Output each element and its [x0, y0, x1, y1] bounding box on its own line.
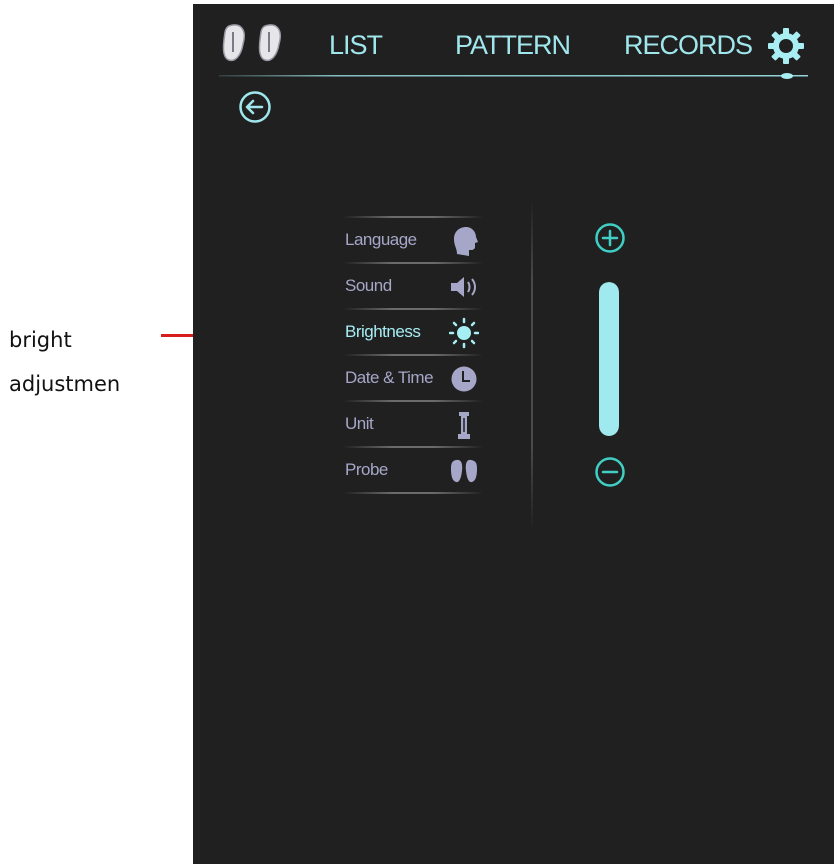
device-screen: LIST PATTERN RECORDS Language Sound Brig…: [193, 4, 834, 864]
menu-separator: [343, 492, 483, 494]
menu-item-label: Brightness: [345, 322, 421, 341]
annotation-callout: bright adjustmen: [9, 318, 159, 406]
settings-menu: Language Sound Brightness Date & Time Un…: [343, 216, 487, 494]
menu-item-sound[interactable]: Sound: [343, 264, 487, 308]
annotation-line-1: bright: [9, 328, 72, 352]
menu-item-label: Sound: [345, 276, 392, 295]
menu-item-unit[interactable]: Unit: [343, 402, 487, 446]
gear-icon[interactable]: [766, 26, 806, 66]
brightness-slider-fill: [599, 282, 619, 436]
probe-icon: [451, 459, 477, 483]
head-icon: [454, 227, 478, 256]
unit-icon: [458, 412, 470, 439]
vertical-divider: [531, 200, 533, 530]
tab-records[interactable]: RECORDS: [624, 30, 753, 61]
clock-icon: [451, 366, 477, 392]
brightness-slider[interactable]: [599, 282, 619, 436]
sun-icon: [449, 317, 479, 349]
tab-list[interactable]: LIST: [329, 30, 383, 61]
plus-circle-icon[interactable]: [594, 222, 626, 254]
annotation-line-2: adjustmen: [9, 372, 121, 396]
tab-pattern[interactable]: PATTERN: [455, 30, 571, 61]
minus-circle-icon[interactable]: [594, 456, 626, 488]
menu-item-label: Unit: [345, 414, 374, 433]
menu-item-label: Probe: [345, 460, 388, 479]
menu-item-brightness[interactable]: Brightness: [343, 310, 487, 354]
menu-item-probe[interactable]: Probe: [343, 448, 487, 492]
menu-item-date-time[interactable]: Date & Time: [343, 356, 487, 400]
probe-pair-icon: [222, 24, 281, 62]
speaker-icon: [451, 277, 476, 297]
menu-item-label: Date & Time: [345, 368, 434, 387]
menu-item-label: Language: [345, 230, 417, 249]
header-rule: [219, 73, 808, 79]
menu-item-language[interactable]: Language: [343, 218, 487, 262]
back-arrow-icon[interactable]: [238, 90, 272, 124]
